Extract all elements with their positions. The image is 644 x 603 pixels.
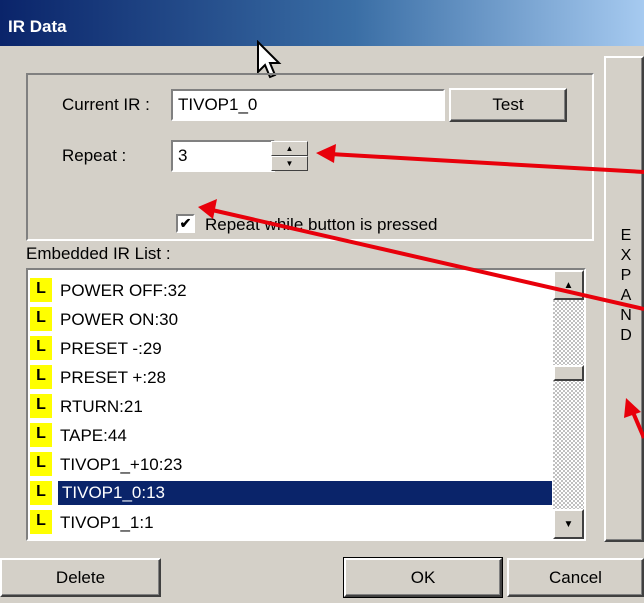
list-item-label: TAPE:44 <box>60 426 127 445</box>
learned-badge-icon: L <box>30 481 52 505</box>
spin-down-icon[interactable]: ▼ <box>271 156 308 171</box>
cancel-button[interactable]: Cancel <box>507 558 644 597</box>
current-ir-label: Current IR : <box>62 95 150 114</box>
learned-badge-icon: L <box>30 336 52 360</box>
delete-button[interactable]: Delete <box>0 558 161 597</box>
list-item[interactable]: L TAPE:44 <box>28 420 556 449</box>
list-item-label: RTURN:21 <box>60 397 143 416</box>
learned-badge-icon: L <box>30 510 52 534</box>
scroll-up-icon[interactable]: ▲ <box>553 270 584 300</box>
expand-label: E X P A N D <box>616 226 636 346</box>
scroll-down-icon[interactable]: ▼ <box>553 509 584 539</box>
list-item[interactable]: L POWER ON:30 <box>28 304 556 333</box>
ok-button-label: OK <box>410 567 436 587</box>
repeat-label: Repeat : <box>62 146 127 165</box>
test-button-label: Test <box>492 95 524 114</box>
cancel-button-label: Cancel <box>549 567 602 587</box>
learned-badge-icon: L <box>30 423 52 447</box>
expand-letter: A <box>620 287 632 304</box>
list-scrollbar[interactable]: ▲ ▼ <box>553 270 584 539</box>
list-item[interactable]: L POWER OFF:32 <box>28 275 556 304</box>
learned-badge-icon: L <box>30 394 52 418</box>
repeat-spinner[interactable]: ▲ ▼ <box>271 141 308 171</box>
list-item[interactable]: L TIVOP1_+10:23 <box>28 449 556 478</box>
list-item-label: POWER OFF:32 <box>60 281 187 300</box>
scroll-thumb[interactable] <box>553 365 584 381</box>
ok-button[interactable]: OK <box>343 557 503 598</box>
expand-letter: N <box>620 307 632 324</box>
list-item-label: TIVOP1_1:1 <box>60 513 154 532</box>
expand-letter: E <box>620 227 632 244</box>
current-ir-value: TIVOP1_0 <box>178 95 258 114</box>
repeat-while-pressed-label: Repeat while button is pressed <box>205 215 438 234</box>
list-item-label: PRESET -:29 <box>60 339 162 358</box>
spin-up-icon[interactable]: ▲ <box>271 141 308 156</box>
title-bar: IR Data <box>0 0 644 46</box>
list-item-label: TIVOP1_+10:23 <box>60 455 183 474</box>
learned-badge-icon: L <box>30 365 52 389</box>
embedded-ir-list[interactable]: L POWER OFF:32 L POWER ON:30 L PRESET -:… <box>26 268 586 541</box>
current-ir-field[interactable]: TIVOP1_0 <box>171 89 445 121</box>
list-item-selected[interactable]: L TIVOP1_0:13 <box>28 478 556 507</box>
checkmark-icon: ✔ <box>179 215 192 231</box>
list-item-label: TIVOP1_0:13 <box>58 481 552 505</box>
expand-button[interactable]: E X P A N D <box>604 56 644 542</box>
repeat-while-pressed-checkbox[interactable]: ✔ <box>176 214 195 233</box>
test-button[interactable]: Test <box>449 88 567 122</box>
list-item-label: POWER ON:30 <box>60 310 179 329</box>
delete-button-label: Delete <box>55 567 106 587</box>
list-item[interactable]: L PRESET +:28 <box>28 362 556 391</box>
embedded-ir-list-label: Embedded IR List : <box>26 244 171 263</box>
list-item-label: PRESET +:28 <box>60 368 166 387</box>
list-item[interactable]: L RTURN:21 <box>28 391 556 420</box>
repeat-field[interactable]: 3 <box>171 140 275 172</box>
repeat-value: 3 <box>178 146 188 165</box>
list-item[interactable]: L PRESET -:29 <box>28 333 556 362</box>
window-title: IR Data <box>8 17 67 36</box>
learned-badge-icon: L <box>30 307 52 331</box>
expand-letter: D <box>620 327 632 344</box>
list-item[interactable]: L TIVOP1_1:1 <box>28 507 556 536</box>
expand-letter: X <box>620 247 632 264</box>
expand-letter: P <box>620 267 632 284</box>
learned-badge-icon: L <box>30 278 52 302</box>
learned-badge-icon: L <box>30 452 52 476</box>
